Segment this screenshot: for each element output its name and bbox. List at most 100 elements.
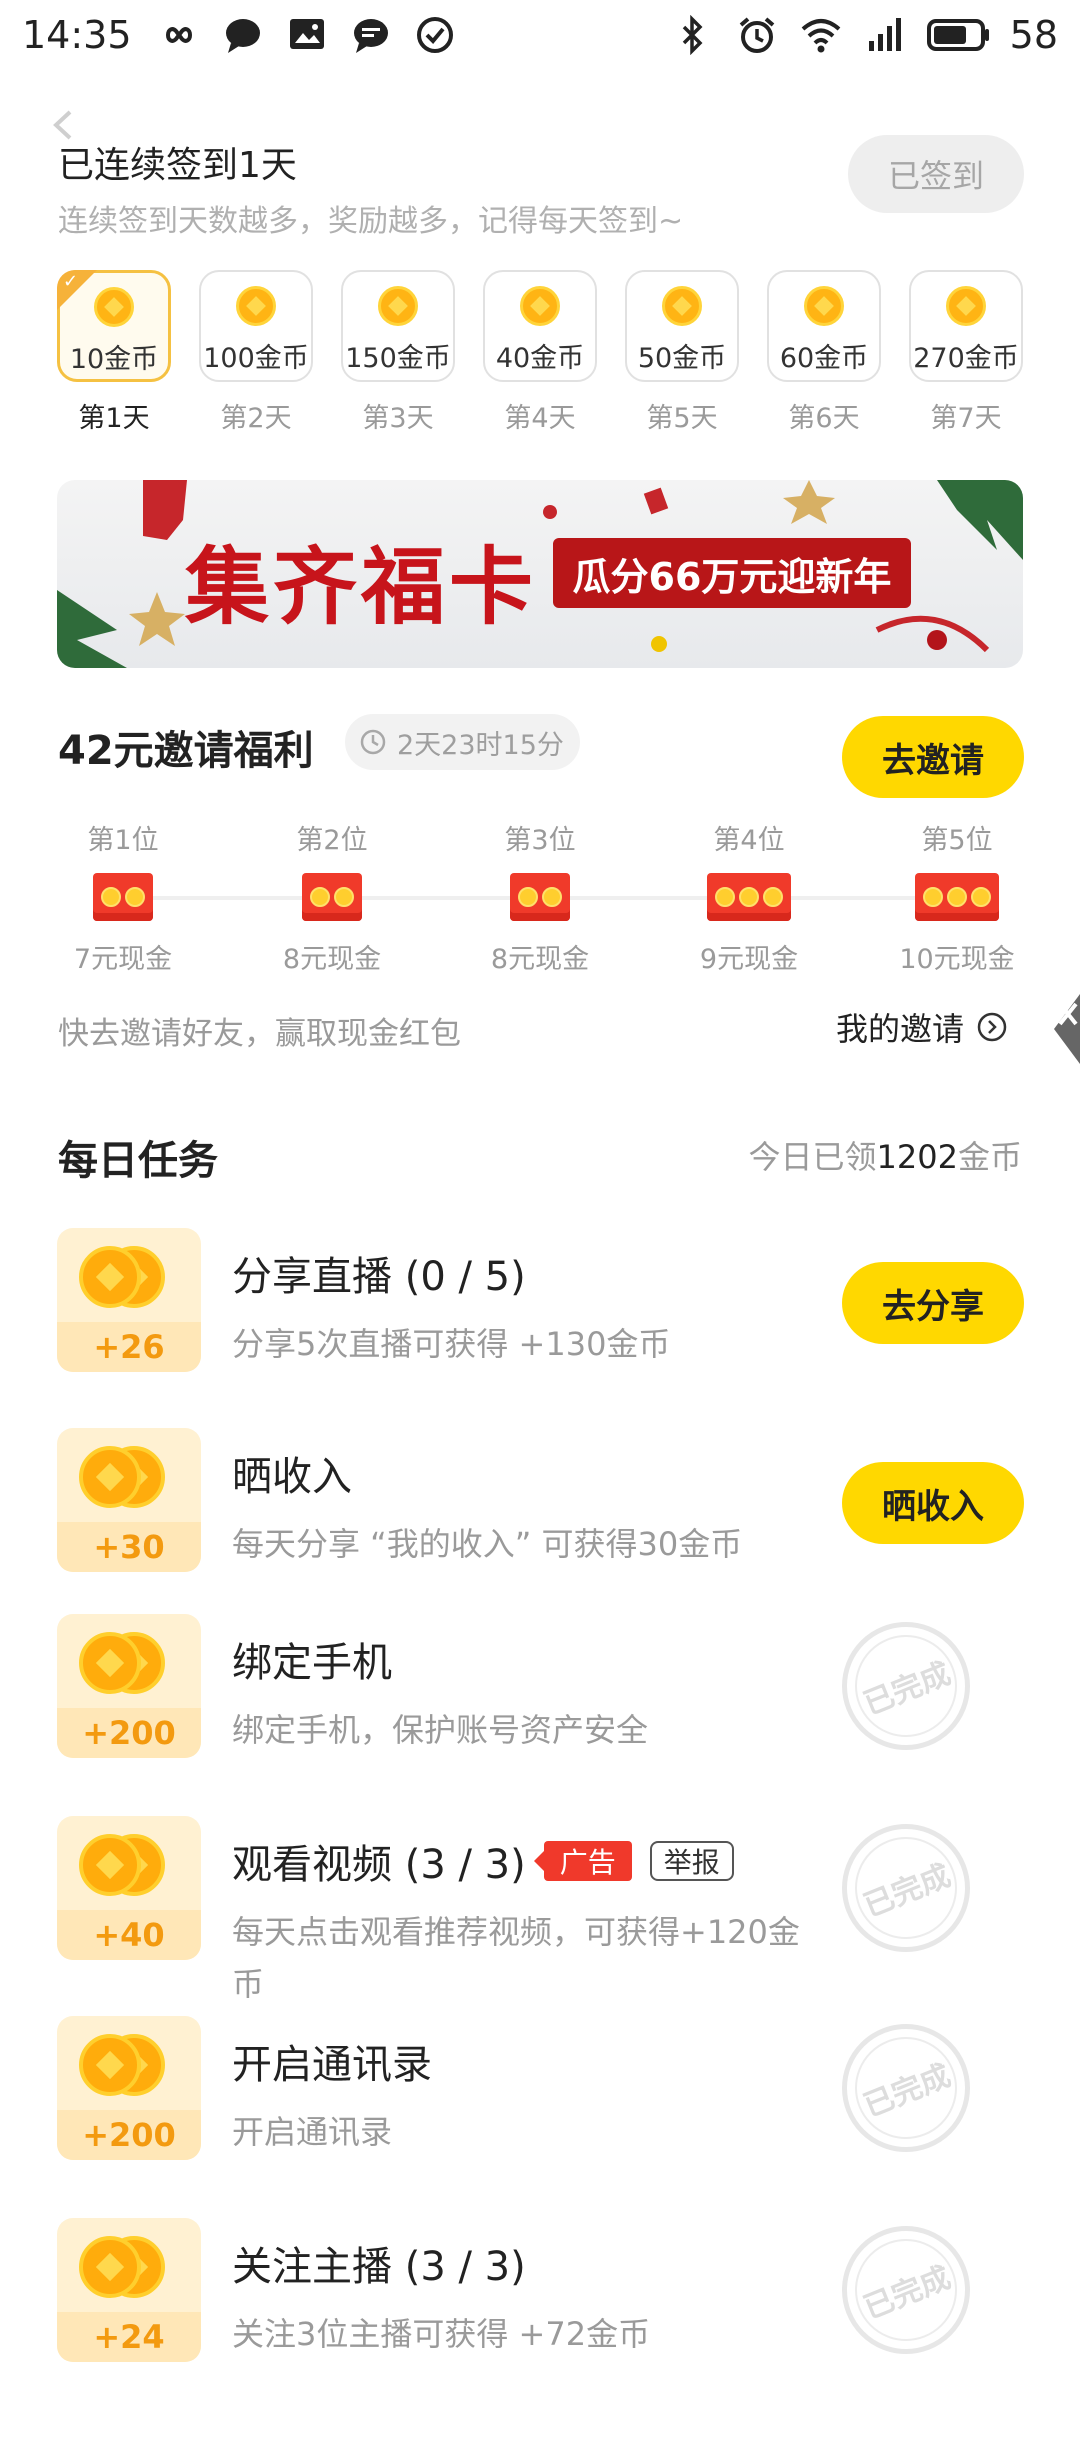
- task-bonus: +200: [57, 1708, 201, 1758]
- battery-level: 58: [1009, 13, 1058, 57]
- coin-icon: [520, 286, 560, 326]
- red-packet-icon: [93, 873, 153, 921]
- coin-icon: [946, 286, 986, 326]
- day-card-1[interactable]: ✓ 10金币 第1天: [57, 270, 171, 435]
- task-description: 关注3位主播可获得 +72金币: [232, 2315, 651, 2353]
- task-name: 观看视频 (3 / 3) 广告 举报: [232, 1832, 734, 1890]
- invite-rank-row: 第1位 7元现金 第2位 8元现金 第3位 8元现金 第4位 9元现金 第5位 …: [58, 818, 1024, 978]
- bluetooth-icon: [670, 12, 716, 58]
- checkin-title: 已连续签到1天: [58, 145, 297, 186]
- coin-icon: [804, 286, 844, 326]
- task-coin-icon: +200: [57, 2016, 201, 2160]
- signal-icon: [862, 12, 908, 58]
- chat-bubble-icon: [220, 12, 266, 58]
- day-card-7[interactable]: 270金币 第7天: [909, 270, 1023, 435]
- my-invite-link[interactable]: 我的邀请: [836, 1004, 1008, 1050]
- rank-position: 第1位: [87, 825, 159, 856]
- day-reward: 50金币: [637, 343, 727, 374]
- status-bar: 14:35 58: [0, 0, 1080, 70]
- completed-stamp: 已完成: [842, 1824, 970, 1952]
- red-packet-icon: [302, 873, 362, 921]
- rank-prize: 7元现金: [73, 944, 173, 975]
- task-name: 关注主播 (3 / 3): [232, 2244, 526, 2290]
- share-income-button[interactable]: 晒收入: [842, 1462, 1024, 1544]
- task-row: +30 晒收入 每天分享 “我的收入” 可获得30金币 晒收入: [0, 1428, 1080, 1598]
- task-coin-icon: +40: [57, 1816, 201, 1960]
- wifi-icon: [798, 12, 844, 58]
- rank-item: 第5位 10元现金: [887, 818, 1027, 976]
- red-packet-icon: [707, 873, 791, 921]
- status-time: 14:35: [22, 13, 132, 57]
- signed-button[interactable]: 已签到: [848, 135, 1024, 213]
- day-card-5[interactable]: 50金币 第5天: [625, 270, 739, 435]
- task-description: 每天点击观看推荐视频，可获得+120金币: [232, 1913, 800, 2003]
- invite-title: 42元邀请福利: [58, 728, 314, 774]
- clock-icon: [360, 729, 386, 755]
- day-label: 第1天: [78, 403, 150, 434]
- task-name: 分享直播 (0 / 5): [232, 1254, 526, 1300]
- task-coin-icon: +30: [57, 1428, 201, 1572]
- coin-icon: [236, 286, 276, 326]
- my-invite-label: 我的邀请: [836, 1010, 965, 1048]
- task-bonus: +26: [57, 1322, 201, 1372]
- day-reward: 10金币: [69, 344, 159, 375]
- completed-stamp: 已完成: [842, 2226, 970, 2354]
- task-coin-icon: +200: [57, 1614, 201, 1758]
- day-label: 第4天: [504, 403, 576, 434]
- rank-position: 第2位: [296, 825, 368, 856]
- day-label: 第5天: [646, 403, 718, 434]
- task-description: 分享5次直播可获得 +130金币: [232, 1325, 671, 1363]
- day-label: 第6天: [788, 403, 860, 434]
- completed-stamp: 已完成: [842, 2024, 970, 2152]
- banner-subtitle: 瓜分66万元迎新年: [553, 538, 911, 608]
- promo-banner[interactable]: 集齐福卡 瓜分66万元迎新年: [57, 480, 1023, 668]
- coin-icon: [378, 286, 418, 326]
- rank-position: 第5位: [921, 825, 993, 856]
- rank-item: 第3位 8元现金: [470, 818, 610, 976]
- invite-tip: 快去邀请好友，赢取现金红包: [58, 1016, 461, 1052]
- message-icon: [348, 12, 394, 58]
- red-packet-icon: [915, 873, 999, 921]
- rank-prize: 8元现金: [490, 944, 590, 975]
- day-reward: 40金币: [495, 343, 585, 374]
- rank-prize: 9元现金: [699, 944, 799, 975]
- share-live-button[interactable]: 去分享: [842, 1262, 1024, 1344]
- day-card-2[interactable]: 100金币 第2天: [199, 270, 313, 435]
- day-reward: 150金币: [345, 343, 451, 374]
- task-bonus: +24: [57, 2312, 201, 2362]
- checkin-days: ✓ 10金币 第1天 100金币 第2天 150金币 第3天 40金币 第4天 …: [57, 270, 1023, 440]
- day-label: 第2天: [220, 403, 292, 434]
- tasks-summary: 今日已领1202金币: [749, 1132, 1022, 1178]
- day-label: 第7天: [930, 403, 1002, 434]
- completed-stamp: 已完成: [842, 1622, 970, 1750]
- day-reward: 270金币: [913, 343, 1019, 374]
- task-name: 开启通讯录: [232, 2042, 432, 2088]
- task-row: +40 观看视频 (3 / 3) 广告 举报 每天点击观看推荐视频，可获得+12…: [0, 1816, 1080, 2003]
- rank-item: 第2位 8元现金: [262, 818, 402, 976]
- coin-icon: [94, 287, 134, 327]
- coin-icon: [662, 286, 702, 326]
- ad-tag: 广告: [533, 1841, 632, 1881]
- day-reward: 60金币: [779, 343, 869, 374]
- invite-timer: 2天23时15分: [345, 714, 580, 770]
- task-row: +26 分享直播 (0 / 5) 分享5次直播可获得 +130金币 去分享: [0, 1228, 1080, 1398]
- rank-position: 第4位: [713, 825, 785, 856]
- day-card-3[interactable]: 150金币 第3天: [341, 270, 455, 435]
- task-row: +200 绑定手机 绑定手机，保护账号资产安全 已完成: [0, 1614, 1080, 1784]
- rank-prize: 8元现金: [282, 944, 382, 975]
- invite-button[interactable]: 去邀请: [842, 716, 1024, 798]
- task-bonus: +200: [57, 2110, 201, 2160]
- report-button[interactable]: 举报: [649, 1841, 734, 1881]
- task-bonus: +40: [57, 1910, 201, 1960]
- floating-close-icon[interactable]: [1046, 984, 1080, 1074]
- invite-timer-text: 2天23时15分: [397, 729, 564, 761]
- task-coin-icon: +24: [57, 2218, 201, 2362]
- task-row: +24 关注主播 (3 / 3) 关注3位主播可获得 +72金币 已完成: [0, 2218, 1080, 2388]
- rank-prize: 10元现金: [899, 944, 1015, 975]
- chevron-right-circle-icon: [977, 1012, 1007, 1042]
- task-coin-icon: +26: [57, 1228, 201, 1372]
- task-description: 每天分享 “我的收入” 可获得30金币: [232, 1525, 743, 1563]
- day-card-6[interactable]: 60金币 第6天: [767, 270, 881, 435]
- day-card-4[interactable]: 40金币 第4天: [483, 270, 597, 435]
- infinity-icon: [156, 12, 202, 58]
